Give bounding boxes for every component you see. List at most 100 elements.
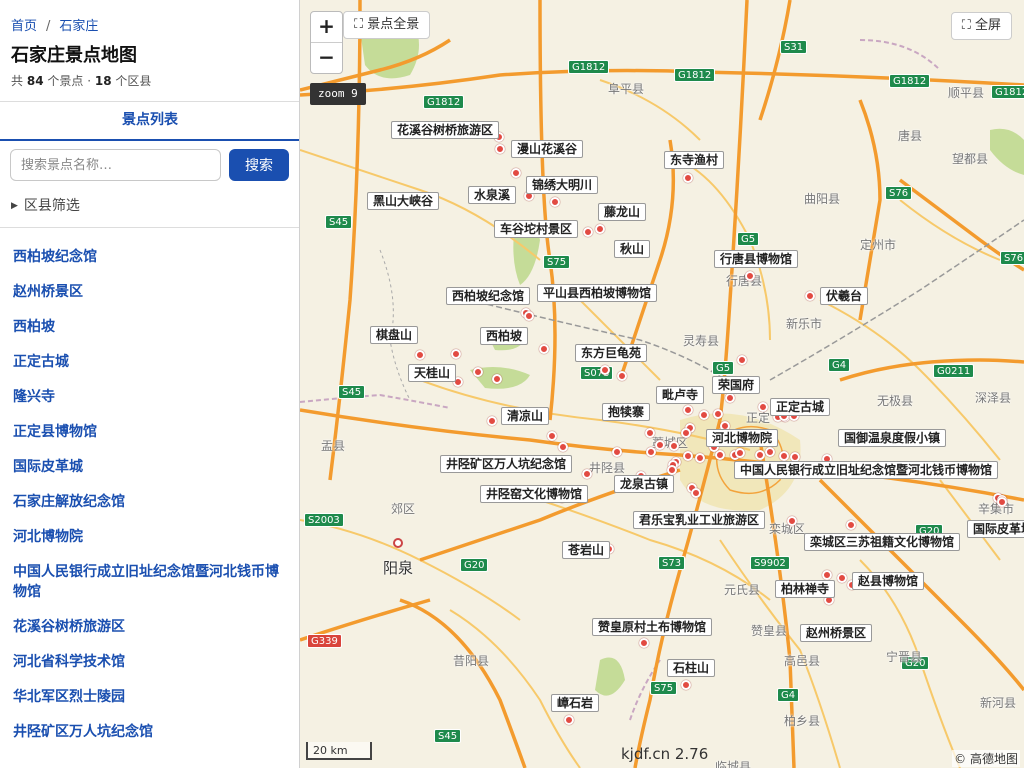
poi-marker[interactable]: [639, 638, 649, 648]
poi-label[interactable]: 井陉窑文化博物馆: [480, 485, 589, 503]
zoom-in-button[interactable]: +: [311, 12, 342, 43]
poi-label[interactable]: 清凉山: [501, 407, 550, 425]
breadcrumb-current-link[interactable]: 石家庄: [59, 19, 98, 34]
poi-label[interactable]: 毗卢寺: [656, 386, 705, 404]
poi-marker[interactable]: [558, 442, 568, 452]
poi-marker[interactable]: [415, 350, 425, 360]
poi-label[interactable]: 藤龙山: [598, 203, 647, 221]
overview-button[interactable]: ⛶ 景点全景: [343, 11, 431, 39]
map-view[interactable]: G1812 G1812 G1812 G1812 G1812 S31 S45 S75 G5 S76 S…: [300, 0, 1024, 768]
poi-marker[interactable]: [646, 447, 656, 457]
poi-marker[interactable]: [539, 344, 549, 354]
poi-label[interactable]: 西柏坡纪念馆: [446, 287, 531, 305]
poi-label[interactable]: 赵州桥景区: [800, 624, 873, 642]
spot-list-item[interactable]: 花溪谷树桥旅游区: [0, 610, 299, 645]
poi-marker[interactable]: [473, 367, 483, 377]
spot-list-item[interactable]: 赵州桥景区: [0, 275, 299, 310]
poi-marker[interactable]: [713, 409, 723, 419]
poi-label[interactable]: 车谷坨村景区: [494, 220, 579, 238]
spot-list-item[interactable]: 华北军区烈士陵园: [0, 680, 299, 715]
poi-label[interactable]: 赵县博物馆: [852, 572, 925, 590]
poi-marker[interactable]: [691, 488, 701, 498]
poi-label[interactable]: 锦绣大明川: [526, 176, 599, 194]
poi-marker[interactable]: [667, 465, 677, 475]
poi-label[interactable]: 石柱山: [667, 659, 716, 677]
poi-label[interactable]: 河北博物院: [706, 429, 779, 447]
poi-label[interactable]: 花溪谷树桥旅游区: [391, 121, 500, 139]
poi-label[interactable]: 中国人民银行成立旧址纪念馆暨河北钱币博物馆: [734, 461, 999, 479]
poi-label[interactable]: 伏羲台: [820, 287, 869, 305]
poi-label[interactable]: 漫山花溪谷: [511, 140, 584, 158]
poi-marker[interactable]: [681, 428, 691, 438]
poi-marker[interactable]: [600, 365, 610, 375]
poi-label[interactable]: 抱犊寨: [602, 403, 651, 421]
poi-label[interactable]: 水泉溪: [468, 186, 517, 204]
spot-list-item[interactable]: 石家庄解放纪念馆: [0, 485, 299, 520]
poi-marker[interactable]: [582, 469, 592, 479]
poi-marker[interactable]: [495, 144, 505, 154]
poi-label[interactable]: 西柏坡: [480, 327, 529, 345]
poi-marker[interactable]: [737, 355, 747, 365]
poi-marker[interactable]: [715, 450, 725, 460]
poi-marker[interactable]: [487, 416, 497, 426]
poi-marker[interactable]: [583, 227, 593, 237]
spot-list-item[interactable]: 隆兴寺: [0, 380, 299, 415]
poi-marker[interactable]: [645, 428, 655, 438]
zoom-out-button[interactable]: −: [311, 43, 342, 73]
search-input[interactable]: [10, 149, 221, 181]
poi-marker[interactable]: [846, 520, 856, 530]
poi-marker[interactable]: [595, 224, 605, 234]
district-filter-toggle[interactable]: ▶ 区县筛选: [11, 195, 80, 215]
poi-label[interactable]: 天桂山: [408, 364, 457, 382]
poi-marker[interactable]: [725, 393, 735, 403]
poi-marker[interactable]: [695, 453, 705, 463]
poi-label[interactable]: 秋山: [614, 240, 651, 258]
poi-label[interactable]: 苍岩山: [562, 541, 611, 559]
poi-label[interactable]: 东寺渔村: [664, 151, 725, 169]
poi-label[interactable]: 国御温泉度假小镇: [838, 429, 947, 447]
poi-label[interactable]: 荣国府: [712, 376, 761, 394]
poi-marker[interactable]: [755, 450, 765, 460]
fullscreen-button[interactable]: ⛶ 全屏: [950, 12, 1012, 40]
spot-list-item[interactable]: 西柏坡: [0, 310, 299, 345]
breadcrumb-home-link[interactable]: 首页: [11, 19, 37, 34]
spot-list-item[interactable]: 正定县博物馆: [0, 415, 299, 450]
poi-marker[interactable]: [699, 410, 709, 420]
poi-marker[interactable]: [524, 311, 534, 321]
poi-label[interactable]: 柏林禅寺: [775, 580, 836, 598]
spot-list-item[interactable]: 河北博物院: [0, 520, 299, 555]
spot-list-item[interactable]: 国际皮革城: [0, 450, 299, 485]
poi-label[interactable]: 行唐县博物馆: [714, 250, 799, 268]
poi-marker[interactable]: [617, 371, 627, 381]
poi-label[interactable]: 赞皇原村土布博物馆: [592, 618, 713, 636]
poi-marker[interactable]: [550, 197, 560, 207]
poi-marker[interactable]: [492, 374, 502, 384]
poi-marker[interactable]: [745, 271, 755, 281]
tab-spot-list[interactable]: 景点列表: [0, 102, 299, 141]
poi-marker[interactable]: [787, 516, 797, 526]
poi-marker[interactable]: [564, 715, 574, 725]
poi-marker[interactable]: [765, 447, 775, 457]
poi-marker[interactable]: [758, 402, 768, 412]
poi-label[interactable]: 东方巨龟苑: [575, 344, 648, 362]
spot-list-item[interactable]: 河北省科学技术馆: [0, 645, 299, 680]
poi-label[interactable]: 君乐宝乳业工业旅游区: [633, 511, 766, 529]
poi-label[interactable]: 嶂石岩: [551, 694, 600, 712]
poi-marker[interactable]: [997, 497, 1007, 507]
poi-label[interactable]: 国际皮革城: [967, 520, 1024, 538]
poi-marker[interactable]: [669, 441, 679, 451]
poi-marker[interactable]: [547, 431, 557, 441]
poi-label[interactable]: 棋盘山: [370, 326, 419, 344]
spot-list-item[interactable]: 井陉矿区万人坑纪念馆: [0, 715, 299, 750]
poi-label[interactable]: 正定古城: [770, 398, 831, 416]
poi-marker[interactable]: [612, 447, 622, 457]
poi-marker[interactable]: [683, 451, 693, 461]
poi-marker[interactable]: [683, 405, 693, 415]
poi-marker[interactable]: [511, 168, 521, 178]
poi-marker[interactable]: [805, 291, 815, 301]
poi-marker[interactable]: [655, 440, 665, 450]
spot-list-item[interactable]: 中国人民银行成立旧址纪念馆暨河北钱币博物馆: [0, 555, 299, 610]
poi-marker[interactable]: [837, 573, 847, 583]
poi-label[interactable]: 栾城区三苏祖籍文化博物馆: [804, 533, 961, 551]
spot-list-item[interactable]: 正定古城: [0, 345, 299, 380]
